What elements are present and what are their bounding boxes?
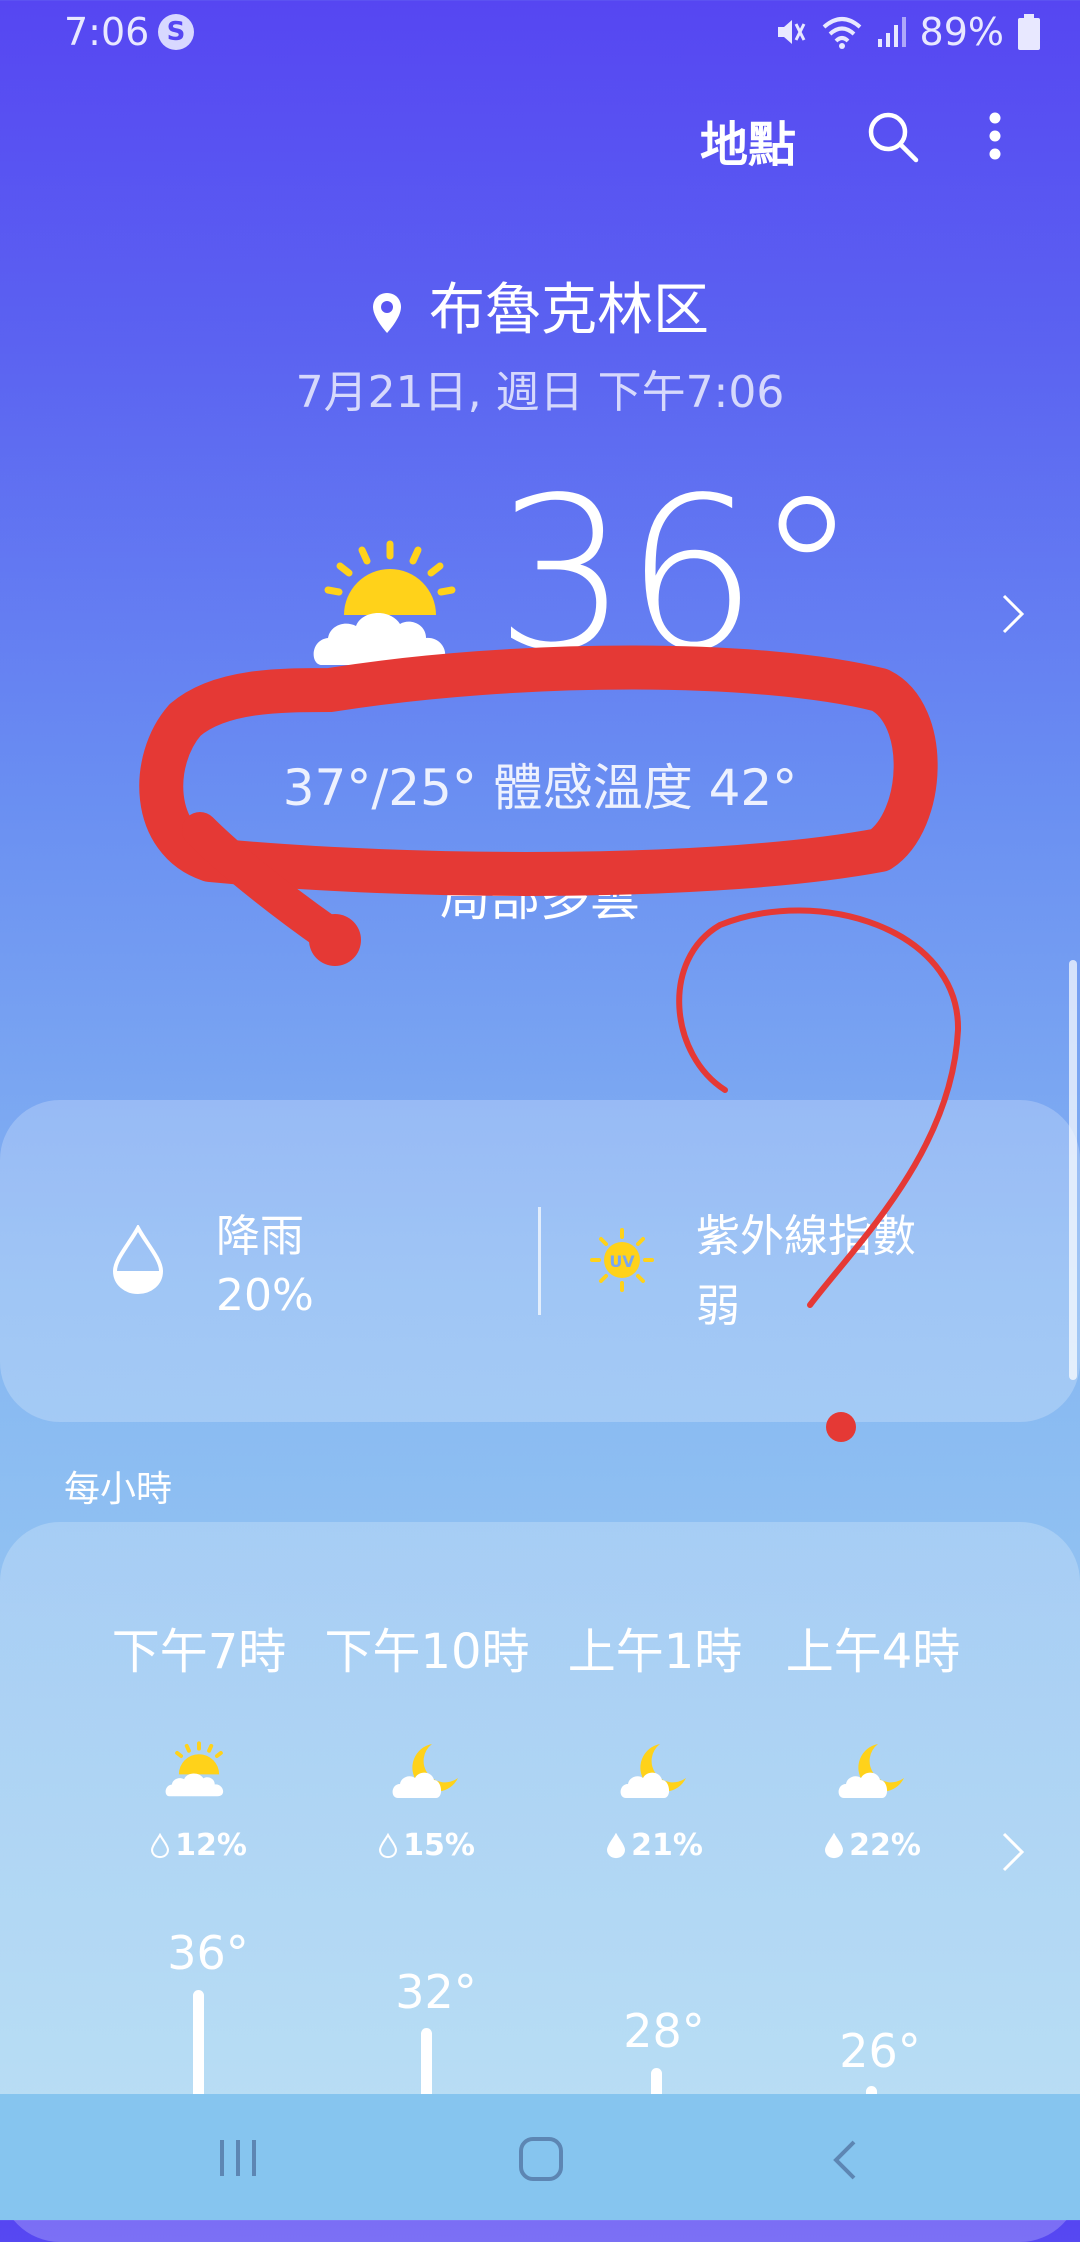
locations-button[interactable]: 地點	[700, 105, 796, 175]
hourly-item: 上午1時 21%	[540, 1612, 770, 1863]
high-low-feels-like: 37°/25° 體感溫度 42°	[282, 759, 798, 817]
rain-value: 20%	[216, 1270, 314, 1321]
uv-badge-text: UV	[609, 1252, 635, 1271]
app-badge-icon: S	[158, 14, 194, 50]
temp-bar	[421, 2028, 432, 2100]
hourly-time: 下午7時	[111, 1624, 287, 1680]
hourly-precip: 12%	[175, 1828, 247, 1863]
hourly-item: 上午4時 22%	[758, 1612, 988, 1863]
mute-vibrate-icon	[777, 20, 805, 44]
uv-value: 弱	[696, 1281, 740, 1332]
raindrop-icon	[151, 1832, 170, 1859]
raindrop-icon	[379, 1832, 398, 1859]
hourly-time: 上午1時	[567, 1624, 743, 1680]
search-icon[interactable]	[866, 110, 920, 164]
partly-cloudy-icon	[165, 1741, 224, 1797]
hourly-precip: 21%	[631, 1828, 703, 1863]
current-temperature: 36°	[495, 452, 859, 697]
hourly-title: 每小時	[64, 1469, 173, 1510]
battery-icon	[1018, 14, 1040, 50]
divider	[538, 1207, 541, 1315]
back-icon[interactable]	[830, 2138, 858, 2182]
hourly-item: 下午7時 12%	[84, 1612, 314, 1863]
scrollbar[interactable]	[1069, 960, 1077, 1380]
chevron-right-icon[interactable]	[1000, 1830, 1026, 1874]
rain-label: 降雨	[216, 1211, 304, 1262]
location-name: 布魯克林区	[429, 278, 709, 343]
location-title[interactable]: 布魯克林区	[0, 265, 1080, 346]
hourly-temp: 28°	[623, 2004, 705, 2058]
hourly-temp: 36°	[167, 1926, 249, 1980]
weather-condition: 局部多雲	[440, 869, 640, 927]
hourly-precip: 22%	[849, 1828, 921, 1863]
more-vert-icon[interactable]	[988, 112, 1002, 160]
temp-bar	[193, 1990, 204, 2100]
date-time: 7月21日, 週日 下午7:06	[295, 367, 785, 418]
recent-apps-icon[interactable]	[218, 2138, 258, 2178]
status-time: 7:06	[64, 10, 150, 54]
home-icon[interactable]	[518, 2136, 564, 2182]
uv-label: 紫外線指數	[696, 1211, 916, 1262]
uv-index-icon: UV	[590, 1228, 654, 1292]
raindrop-icon	[607, 1832, 626, 1859]
hourly-precip: 15%	[403, 1828, 475, 1863]
hourly-time: 下午10時	[324, 1624, 530, 1680]
hourly-time: 上午4時	[785, 1624, 961, 1680]
moon-cloud-icon	[838, 1744, 904, 1798]
signal-icon	[877, 17, 906, 47]
hourly-temp: 32°	[395, 1965, 477, 2019]
wifi-icon	[822, 17, 861, 49]
moon-cloud-icon	[392, 1744, 458, 1798]
chevron-right-icon[interactable]	[1000, 592, 1026, 636]
status-icons: 89%	[774, 10, 1040, 54]
location-pin-icon	[373, 293, 401, 333]
partly-cloudy-icon	[313, 540, 456, 665]
raindrop-icon	[112, 1225, 164, 1295]
moon-cloud-icon	[620, 1744, 686, 1798]
hourly-item: 下午10時 15%	[312, 1612, 542, 1863]
raindrop-icon	[825, 1832, 844, 1859]
hourly-temp: 26°	[839, 2024, 921, 2078]
battery-percent: 89%	[919, 10, 1004, 54]
